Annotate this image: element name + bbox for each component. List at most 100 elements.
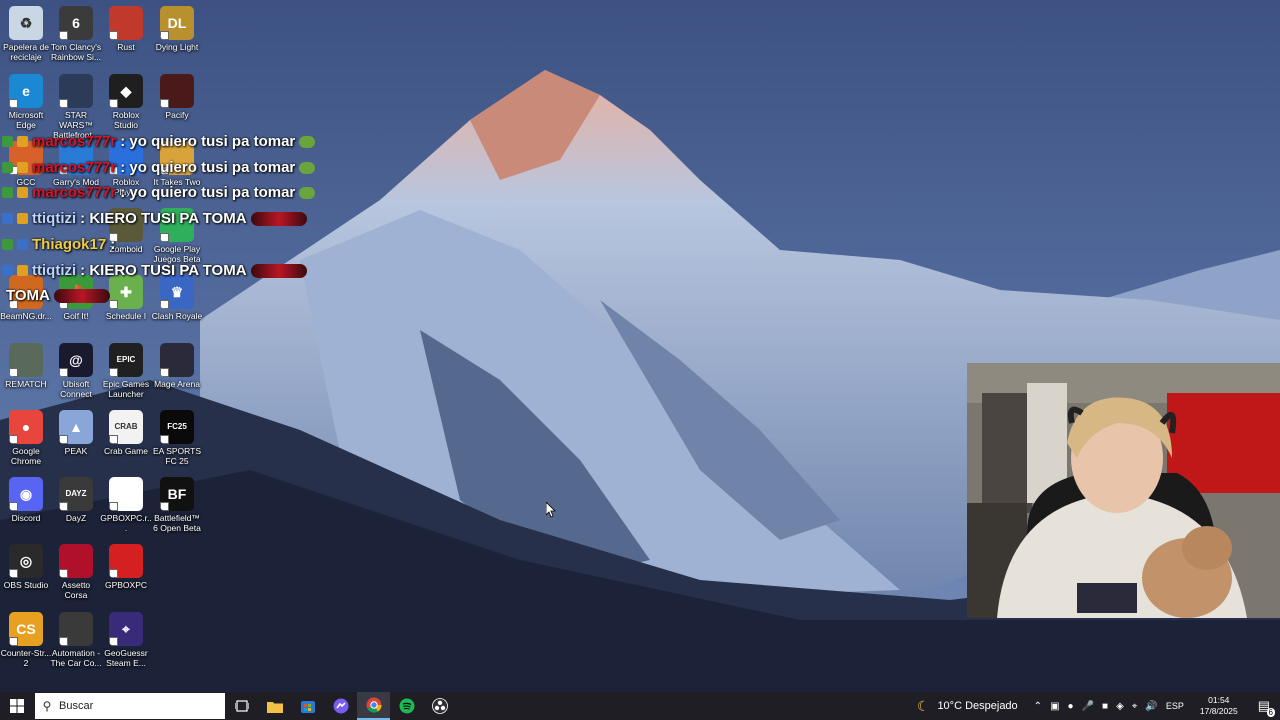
taskbar-chrome[interactable] [357, 692, 390, 720]
desktop-icon-ea-fc25[interactable]: FC25 EA SPORTS FC 25 [151, 406, 203, 466]
file-icon [109, 477, 143, 511]
chat-badge-icon [17, 162, 28, 173]
chat-message-text: : [110, 236, 116, 253]
desktop-icon-edge[interactable]: e Microsoft Edge [0, 70, 52, 130]
desktop-icon-rematch[interactable]: REMATCH [0, 339, 52, 389]
desktop-icon-peak[interactable]: ▲ PEAK [50, 406, 102, 456]
desktop-icon-automation[interactable]: Automation - The Car Co... [50, 608, 102, 668]
chat-message: ttiqtizi: KIERO TUSI PA TOMA [2, 210, 307, 227]
dying-light-icon: DL [160, 6, 194, 40]
desktop-icon-file[interactable]: GPBOXPC.r... [100, 473, 152, 533]
network-icon[interactable]: ◈ [1116, 701, 1124, 712]
shortcut-arrow-icon [9, 502, 18, 511]
desktop-icon-epic-games[interactable]: EPIC Epic Games Launcher [100, 339, 152, 399]
desktop-icon-label: Schedule I [105, 311, 147, 321]
desktop-icon-battlefield[interactable]: BF Battlefield™ 6 Open Beta [151, 473, 203, 533]
desktop-icon-rainbow-six[interactable]: 6 Tom Clancy's Rainbow Si... [50, 2, 102, 62]
desktop-icon-star-wars[interactable]: STAR WARS™ Battlefront... [50, 70, 102, 140]
desktop-icon-label: Rust [117, 42, 135, 52]
geoguessr-icon: ⌖ [109, 612, 143, 646]
desktop-icon-label: EA SPORTS FC 25 [152, 446, 202, 466]
notification-center-button[interactable]: ▤ 6 [1254, 698, 1275, 717]
weather-text[interactable]: 10°C Despejado [937, 700, 1017, 712]
chat-badge-icon [17, 213, 28, 224]
desktop-icon-recycle-bin[interactable]: ♻ Papelera de reciclaje [0, 2, 52, 62]
desktop-icon-rust[interactable]: Rust [100, 2, 152, 52]
desktop-icon-roblox-studio[interactable]: ◆ Roblox Studio [100, 70, 152, 130]
desktop-icon-dayz[interactable]: DAYZ DayZ [50, 473, 102, 523]
desktop-icon-label: Mage Arena [154, 379, 200, 389]
chat-message-text: : yo quiero tusi pa tomar [120, 184, 296, 201]
ea-fc25-icon: FC25 [160, 410, 194, 444]
chat-username: ttiqtizi [32, 262, 77, 279]
clock-date: 17/8/2025 [1199, 706, 1238, 716]
shortcut-arrow-icon [9, 637, 18, 646]
shortcut-arrow-icon [109, 300, 118, 309]
shortcut-arrow-icon [160, 99, 169, 108]
spotify-icon [399, 698, 414, 714]
shortcut-arrow-icon [160, 502, 169, 511]
desktop-icon-obs[interactable]: ◎ OBS Studio [0, 540, 52, 590]
chat-message: marcos777r: yo quiero tusi pa tomar [2, 184, 316, 201]
chat-emote-icon [250, 263, 307, 278]
tray-app-icon-2[interactable]: ● [1068, 701, 1074, 712]
taskbar-app-messenger[interactable] [324, 692, 357, 720]
desktop-icon-crab-game[interactable]: CRAB Crab Game [100, 406, 152, 456]
desktop-icon-geoguessr[interactable]: ⌖ GeoGuessr Steam E... [100, 608, 152, 668]
desktop-icon-cs2[interactable]: CS Counter-Str... 2 [0, 608, 52, 668]
tray-app-icon[interactable]: ▣ [1050, 701, 1059, 712]
peak-icon: ▲ [59, 410, 93, 444]
search-icon: ⚲ [42, 699, 52, 713]
desktop-icon-gpboxpc[interactable]: GPBOXPC [100, 540, 152, 590]
desktop-icon-label: OBS Studio [3, 580, 49, 590]
windows-logo-icon [9, 699, 24, 713]
desktop-icon-label: Clash Royale [151, 311, 203, 321]
notification-count: 6 [1266, 708, 1275, 717]
desktop-icon-chrome[interactable]: ● Google Chrome [0, 406, 52, 466]
taskbar-obs[interactable] [423, 692, 456, 720]
desktop-icon-label: Google Play Juegos Beta [153, 244, 201, 264]
discord-icon: ◉ [9, 477, 43, 511]
webcam-overlay [967, 363, 1280, 618]
desktop-icon-label: GeoGuessr Steam E... [104, 648, 148, 668]
language-indicator[interactable]: ESP [1166, 701, 1184, 711]
shortcut-arrow-icon [9, 569, 18, 578]
start-button[interactable] [0, 692, 33, 720]
desktop-icon-label: GPBOXPC.r... [100, 513, 152, 533]
taskbar-file-explorer[interactable] [258, 692, 291, 720]
cs2-icon: CS [9, 612, 43, 646]
taskbar-store[interactable] [291, 692, 324, 720]
desktop-icon-mage-arena[interactable]: Mage Arena [151, 339, 203, 389]
volume-icon[interactable]: 🔊 [1145, 701, 1157, 712]
chat-username: ttiqtizi [32, 210, 77, 227]
chevron-up-icon[interactable]: ⌃ [1034, 701, 1042, 712]
desktop-icon-label: Golf It! [63, 311, 89, 321]
chat-badge-icon [2, 136, 13, 147]
desktop-icon-label: BeamNG.dr... [0, 311, 52, 321]
chat-emote-icon [53, 288, 110, 303]
chat-username: Thiagok17 [32, 236, 107, 253]
obs-icon [431, 698, 448, 714]
chat-badge-icon [2, 239, 13, 250]
clock[interactable]: 01:54 17/8/2025 [1196, 695, 1242, 717]
desktop-icon-ubisoft[interactable]: @ Ubisoft Connect [50, 339, 102, 399]
shortcut-arrow-icon [109, 637, 118, 646]
taskbar-search-input[interactable]: ⚲ Buscar [35, 693, 225, 719]
chat-badge-icon [2, 187, 13, 198]
desktop-icon-assetto-corsa[interactable]: Assetto Corsa [50, 540, 102, 600]
dayz-icon: DAYZ [59, 477, 93, 511]
desktop-icon-discord[interactable]: ◉ Discord [0, 473, 52, 523]
microphone-icon[interactable]: 🎤 [1082, 701, 1094, 712]
shortcut-arrow-icon [160, 435, 169, 444]
task-view-button[interactable] [225, 692, 258, 720]
wifi-icon[interactable]: ⌖ [1132, 701, 1138, 712]
tray-app-icon-3[interactable]: ■ [1102, 701, 1108, 712]
desktop-icon-pacify[interactable]: Pacify [151, 70, 203, 120]
ubisoft-icon: @ [59, 343, 93, 377]
shortcut-arrow-icon [59, 637, 68, 646]
desktop-icon-dying-light[interactable]: DL Dying Light [151, 2, 203, 52]
battlefield-icon: BF [160, 477, 194, 511]
desktop-icon-label: Automation - The Car Co... [50, 648, 102, 668]
taskbar-spotify[interactable] [390, 692, 423, 720]
shortcut-arrow-icon [59, 31, 68, 40]
